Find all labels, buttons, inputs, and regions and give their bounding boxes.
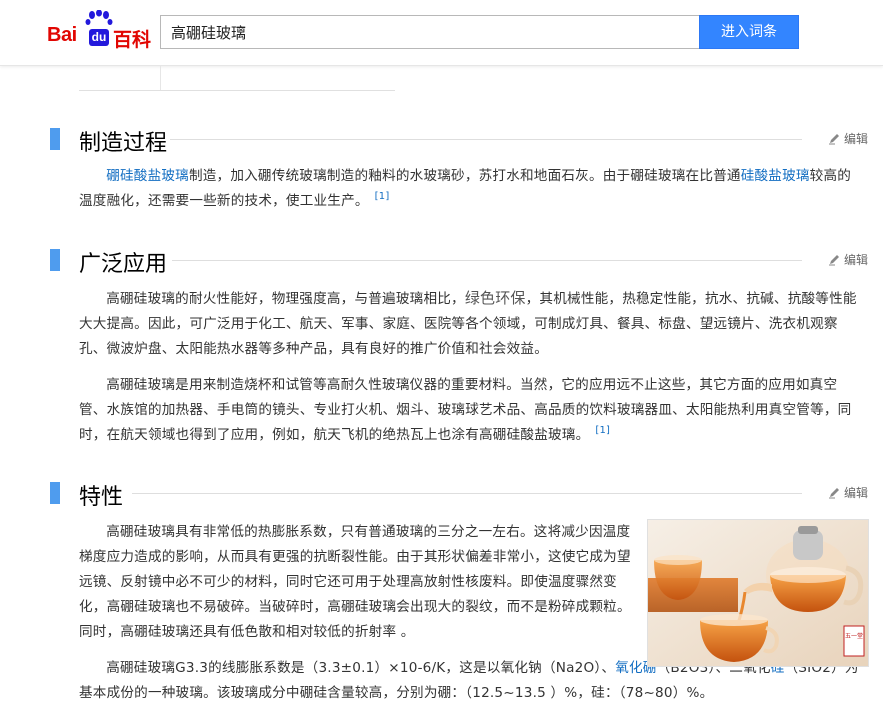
paragraph-text: 高硼硅玻璃G3.3的线膨胀系数是（3.3±0.1）×10-6/K，这是以氧化钠（… — [106, 660, 616, 676]
section-rule — [132, 493, 802, 494]
paragraph-text: 高硼硅玻璃具有非常低的热膨胀系数，只有普通玻璃的三分之一左右。这将减少因温度梯度… — [79, 524, 631, 640]
edit-label: 编辑 — [843, 253, 868, 267]
edit-label: 编辑 — [843, 486, 868, 500]
baidu-baike-logo[interactable]: Bai du 百科 — [47, 10, 155, 51]
enter-entry-button[interactable]: 进入词条 — [699, 15, 799, 49]
section-title: 广泛应用 — [79, 252, 168, 277]
reference-link[interactable]: [1] — [595, 425, 610, 436]
article-content: 制造过程 编辑 硼硅酸盐玻璃制造，加入硼传统玻璃制造的釉料的水玻璃砂，苏打水和地… — [0, 66, 883, 725]
paragraph-text: 高硼硅玻璃的耐火性能好，物理强度高，与普遍玻璃相比， — [106, 291, 465, 307]
edit-button[interactable]: 编辑 — [828, 130, 868, 147]
table-remnant-divider — [160, 66, 161, 90]
pencil-icon — [828, 254, 839, 265]
section-rule — [172, 260, 802, 261]
teapot-image[interactable]: 五一堂 — [647, 519, 869, 667]
pencil-icon — [828, 487, 839, 498]
link-borosilicate-glass[interactable]: 硼硅酸盐玻璃 — [106, 168, 189, 184]
link-silicate-glass[interactable]: 硅酸盐玻璃 — [741, 168, 810, 184]
section-marker — [50, 249, 60, 271]
paragraph-text: 高硼硅玻璃是用来制造烧杯和试管等高耐久性玻璃仪器的重要材料。当然，它的应用远不止… — [79, 377, 852, 443]
section-header-applications: 广泛应用 编辑 — [50, 247, 870, 277]
highlight-text: 绿色环保 — [464, 289, 526, 307]
logo-bai-text: Bai — [47, 24, 77, 46]
section-header-manufacturing: 制造过程 编辑 — [50, 126, 870, 156]
seal-text: 五一堂 — [845, 632, 863, 640]
section-rule — [170, 139, 802, 140]
logo-du-text: du — [89, 29, 109, 46]
section-marker — [50, 482, 60, 504]
paragraph-text: 制造，加入硼传统玻璃制造的釉料的水玻璃砂，苏打水和地面石灰。由于硼硅玻璃在比普通 — [188, 168, 741, 184]
edit-button[interactable]: 编辑 — [828, 484, 868, 501]
paragraph: 高硼硅玻璃是用来制造烧杯和试管等高耐久性玻璃仪器的重要材料。当然，它的应用远不止… — [79, 373, 863, 448]
paragraph: 高硼硅玻璃的耐火性能好，物理强度高，与普遍玻璃相比，绿色环保，其机械性能，热稳定… — [79, 286, 863, 362]
pencil-icon — [828, 133, 839, 144]
edit-button[interactable]: 编辑 — [828, 251, 868, 268]
edit-label: 编辑 — [843, 132, 868, 146]
section-title: 制造过程 — [79, 131, 168, 156]
paragraph: 高硼硅玻璃具有非常低的热膨胀系数，只有普通玻璃的三分之一左右。这将减少因温度梯度… — [79, 520, 631, 645]
logo-baike-text: 百科 — [113, 29, 152, 51]
paragraph: 硼硅酸盐玻璃制造，加入硼传统玻璃制造的釉料的水玻璃砂，苏打水和地面石灰。由于硼硅… — [79, 164, 863, 214]
section-header-properties: 特性 编辑 — [50, 480, 870, 510]
reference-link[interactable]: [1] — [375, 191, 390, 202]
teapot-illustration: 五一堂 — [648, 520, 868, 666]
search-input[interactable] — [160, 15, 700, 49]
top-search-bar: Bai du 百科 进入词条 — [0, 0, 883, 66]
table-remnant-line — [79, 90, 395, 91]
section-marker — [50, 128, 60, 150]
section-title: 特性 — [79, 485, 124, 510]
